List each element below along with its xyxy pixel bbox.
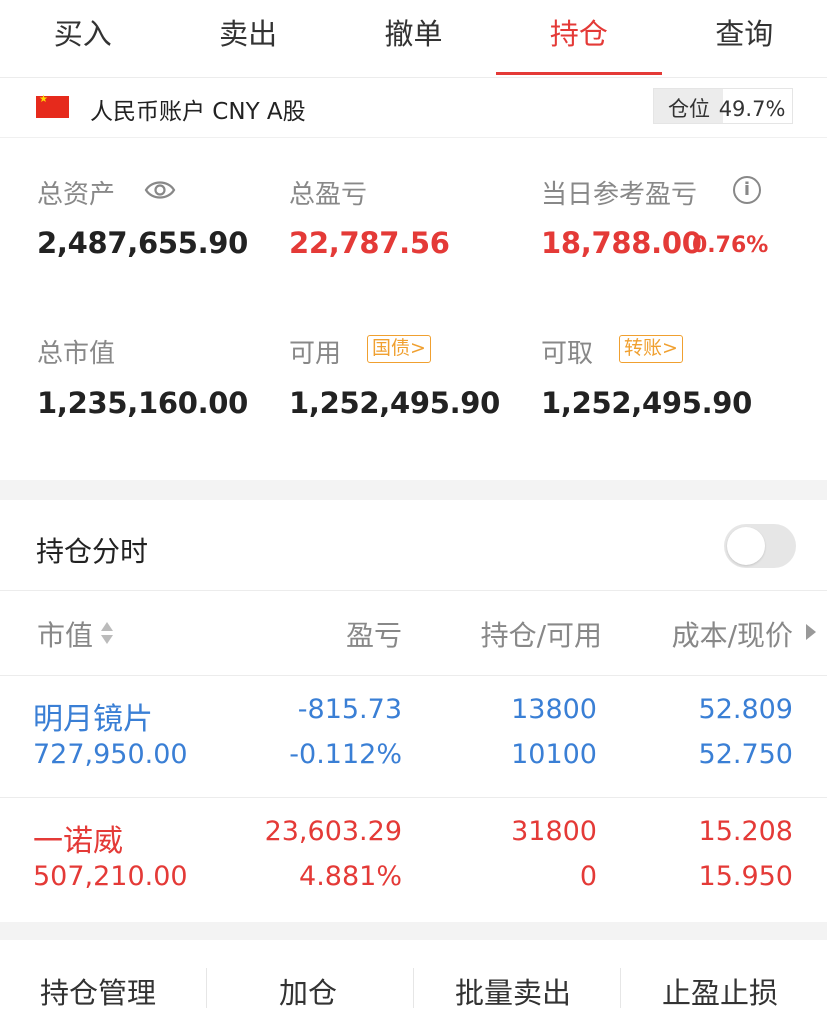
tab-sell[interactable]: 卖出 (165, 0, 330, 77)
intraday-toggle[interactable] (724, 524, 796, 568)
position-ratio-label: 仓位 (668, 97, 710, 121)
eye-icon[interactable] (144, 178, 176, 202)
withdrawable-label: 可取 (541, 339, 594, 369)
position-management-button[interactable]: 持仓管理 (40, 970, 156, 1012)
total-assets-label: 总资产 (37, 180, 116, 210)
divider (413, 968, 414, 1008)
batch-sell-button[interactable]: 批量卖出 (455, 970, 571, 1012)
header-cost-price: 成本/现价 (671, 619, 793, 652)
header-market-value[interactable]: 市值 (37, 614, 93, 654)
tab-cancel[interactable]: 撤单 (331, 0, 496, 77)
position-ratio-badge: 仓位 49.7% (653, 88, 793, 124)
add-position-button[interactable]: 加仓 (279, 970, 337, 1012)
tab-holdings[interactable]: 持仓 (496, 0, 662, 77)
stock-price: 15.950 (698, 861, 793, 892)
stock-pl: -815.73 (297, 694, 402, 725)
stock-market-value: 507,210.00 (33, 861, 188, 892)
daily-pl-value: 18,788.00 (541, 226, 702, 260)
header-pl: 盈亏 (345, 619, 402, 652)
top-tab-bar: 买入 卖出 撤单 持仓 查询 (0, 0, 827, 78)
total-pl-label: 总盈亏 (289, 180, 368, 210)
tab-buy[interactable]: 买入 (0, 0, 165, 77)
section-divider (0, 922, 827, 940)
stock-hold: 31800 (511, 816, 597, 847)
tab-query[interactable]: 查询 (662, 0, 827, 77)
account-name: 人民币账户 CNY A股 (90, 99, 306, 125)
china-flag-icon (36, 94, 69, 118)
stock-name: 一诺威 (33, 824, 123, 859)
market-value-label: 总市值 (37, 339, 116, 369)
stock-cost: 15.208 (698, 816, 793, 847)
daily-pl-label: 当日参考盈亏 (541, 180, 698, 210)
total-pl-value: 22,787.56 (289, 226, 450, 260)
divider (0, 590, 827, 591)
stock-pl-percent: 4.881% (299, 861, 402, 892)
intraday-label: 持仓分时 (36, 535, 149, 568)
stock-pl-percent: -0.112% (289, 739, 402, 770)
divider (206, 968, 207, 1008)
total-assets-value: 2,487,655.90 (37, 226, 249, 260)
position-ratio-value: 49.7% (718, 97, 786, 121)
stock-pl: 23,603.29 (264, 816, 402, 847)
available-label: 可用 (289, 339, 342, 369)
section-divider (0, 480, 827, 500)
sort-icon[interactable] (99, 620, 115, 646)
divider (620, 968, 621, 1008)
stock-available: 0 (579, 861, 597, 892)
stock-available: 10100 (511, 739, 597, 770)
treasury-bond-button[interactable]: 国债> (367, 335, 431, 363)
header-hold-available: 持仓/可用 (480, 619, 602, 652)
stock-price: 52.750 (698, 739, 793, 770)
info-icon[interactable]: i (733, 176, 761, 204)
stock-market-value: 727,950.00 (33, 739, 188, 770)
scroll-right-icon[interactable] (806, 624, 816, 640)
market-value-value: 1,235,160.00 (37, 386, 249, 420)
daily-pl-percent: 0.76% (692, 233, 769, 258)
account-row[interactable]: 人民币账户 CNY A股 仓位 49.7% (0, 78, 827, 138)
stock-hold: 13800 (511, 694, 597, 725)
divider (0, 675, 827, 676)
stock-name: 明月镜片 (33, 702, 153, 737)
stock-cost: 52.809 (698, 694, 793, 725)
transfer-button[interactable]: 转账> (619, 335, 683, 363)
divider (0, 797, 827, 798)
withdrawable-value: 1,252,495.90 (541, 386, 753, 420)
available-value: 1,252,495.90 (289, 386, 501, 420)
take-profit-stop-loss-button[interactable]: 止盈止损 (662, 970, 778, 1012)
